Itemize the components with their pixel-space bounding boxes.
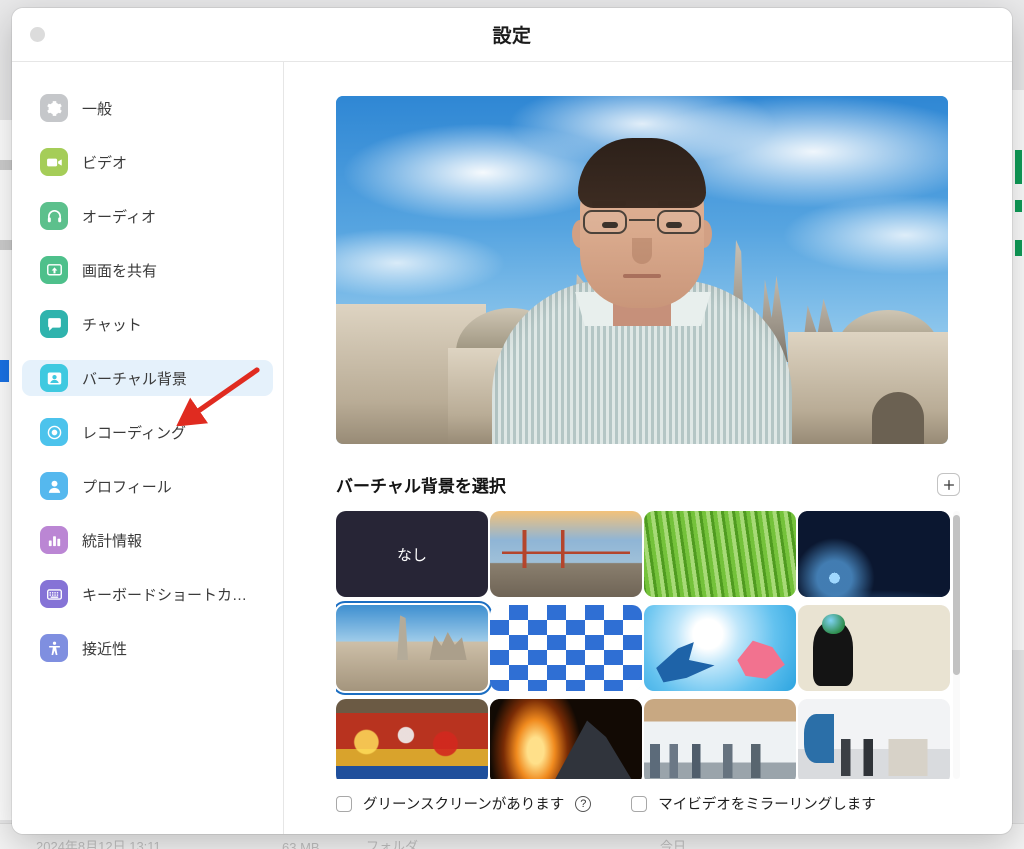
- background-thumb-blue-check[interactable]: [490, 605, 642, 691]
- sidebar-item-label: レコーディング: [82, 424, 186, 442]
- background-grid: なし: [336, 511, 956, 779]
- sidebar-item-label: プロフィール: [82, 478, 172, 496]
- sidebar-item-label: 統計情報: [82, 532, 143, 550]
- background-thumb-label: なし: [396, 546, 427, 564]
- background-thumb-none[interactable]: なし: [336, 511, 488, 597]
- background-thumb-java[interactable]: [798, 605, 950, 691]
- sidebar-item-label: 一般: [82, 100, 113, 118]
- preview-person-glasses: [583, 210, 701, 236]
- virtual-background-panel: バーチャル背景を選択 なし グリーンスクリーンがあります ? マイビデオをミラー…: [284, 62, 1012, 834]
- scrollbar-thumb[interactable]: [953, 515, 960, 675]
- headphones-icon: [40, 202, 68, 230]
- sidebar-item-virtual-background[interactable]: バーチャル背景: [22, 360, 273, 396]
- sidebar-item-label: オーディオ: [82, 208, 156, 226]
- plus-icon: [943, 479, 954, 490]
- background-thumb-whale-fish[interactable]: [644, 605, 796, 691]
- mirror-video-checkbox[interactable]: [631, 795, 648, 812]
- settings-window: 設定 一般 ビデオ オーディオ 画面を共有 チャット バーチャル背景 レコーディ…: [12, 8, 1012, 834]
- help-icon[interactable]: ?: [575, 795, 592, 812]
- add-background-button[interactable]: [937, 473, 960, 496]
- keyboard-icon: [40, 580, 68, 608]
- green-screen-checkbox[interactable]: [336, 795, 352, 812]
- sidebar-item-label: バーチャル背景: [82, 370, 187, 388]
- sidebar-item-label: ビデオ: [82, 154, 128, 172]
- settings-sidebar: 一般 ビデオ オーディオ 画面を共有 チャット バーチャル背景 レコーディング …: [12, 62, 284, 834]
- sidebar-item-video[interactable]: ビデオ: [22, 144, 273, 180]
- section-header: バーチャル背景を選択: [336, 472, 960, 497]
- sidebar-item-recording[interactable]: レコーディング: [22, 414, 273, 450]
- preview-person-nose: [632, 238, 652, 264]
- preview-person-brow-right: [658, 201, 692, 206]
- preview-person-brow-left: [592, 201, 626, 206]
- close-icon[interactable]: [30, 27, 45, 42]
- mirror-video-option[interactable]: マイビデオをミラーリングします: [631, 793, 876, 814]
- green-screen-option[interactable]: グリーンスクリーンがあります: [336, 793, 564, 814]
- desktop-background: 2024年8月12日 13:11 63 MB フォルダ 今日 設定 一般 ビデオ…: [0, 0, 1024, 849]
- background-thumb-grass[interactable]: [644, 511, 796, 597]
- chat-bubble-icon: [40, 310, 68, 338]
- sidebar-item-share-screen[interactable]: 画面を共有: [22, 252, 273, 288]
- page-title: 設定: [492, 26, 532, 47]
- share-screen-icon: [40, 256, 68, 284]
- sidebar-item-accessibility[interactable]: 接近性: [22, 630, 273, 666]
- accessibility-icon: [40, 634, 68, 662]
- sidebar-item-audio[interactable]: オーディオ: [22, 198, 273, 234]
- video-camera-icon: [40, 148, 68, 176]
- background-thumb-batuu[interactable]: [336, 601, 492, 695]
- sidebar-item-label: 画面を共有: [82, 262, 158, 280]
- preview-archway: [872, 392, 924, 444]
- preview-person-mouth: [623, 274, 661, 278]
- green-screen-label: グリーンスクリーンがあります: [363, 797, 565, 813]
- person-icon: [40, 472, 68, 500]
- window-titlebar: 設定: [12, 8, 1012, 62]
- person-frame-icon: [40, 364, 68, 392]
- background-thumb-torch-fire[interactable]: [490, 699, 642, 779]
- background-thumb-festival-float[interactable]: [336, 699, 488, 779]
- sidebar-item-general[interactable]: 一般: [22, 90, 273, 126]
- background-grid-scrollbar[interactable]: [953, 511, 960, 779]
- sidebar-item-label: チャット: [82, 316, 142, 334]
- bar-chart-icon: [40, 526, 68, 554]
- sidebar-item-statistics[interactable]: 統計情報: [22, 522, 273, 558]
- sidebar-item-label: キーボードショートカ…: [82, 586, 248, 604]
- section-title: バーチャル背景を選択: [336, 477, 506, 496]
- mirror-video-label: マイビデオをミラーリングします: [658, 797, 876, 813]
- options-row: グリーンスクリーンがあります ? マイビデオをミラーリングします: [336, 793, 960, 814]
- gear-icon: [40, 94, 68, 122]
- background-thumb-earth-space[interactable]: [798, 511, 950, 597]
- sidebar-item-chat[interactable]: チャット: [22, 306, 273, 342]
- preview-building-right: [788, 332, 948, 444]
- background-thumb-office[interactable]: [644, 699, 796, 779]
- video-preview[interactable]: [336, 96, 948, 444]
- sidebar-item-label: 接近性: [82, 640, 128, 658]
- record-icon: [40, 418, 68, 446]
- background-thumb-golden-gate[interactable]: [490, 511, 642, 597]
- sidebar-item-keyboard-shortcuts[interactable]: キーボードショートカ…: [22, 576, 273, 612]
- background-grid-wrapper: なし: [336, 511, 960, 779]
- sidebar-item-profile[interactable]: プロフィール: [22, 468, 273, 504]
- background-thumb-meeting-room[interactable]: [798, 699, 950, 779]
- window-body: 一般 ビデオ オーディオ 画面を共有 チャット バーチャル背景 レコーディング …: [12, 62, 1012, 834]
